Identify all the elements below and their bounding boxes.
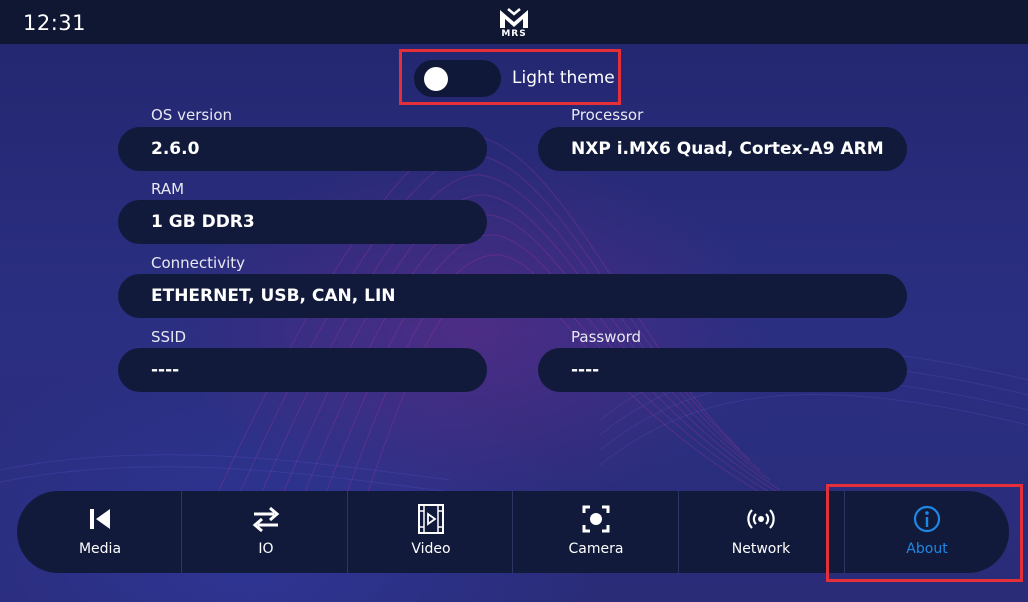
nav-label-video: Video (411, 541, 451, 557)
clock: 12:31 (23, 11, 87, 35)
nav-item-camera[interactable]: Camera (513, 491, 679, 573)
nav-item-io[interactable]: IO (183, 491, 349, 573)
os-version-value: 2.6.0 (151, 139, 200, 159)
broadcast-icon (747, 509, 775, 529)
ram-value: 1 GB DDR3 (151, 212, 255, 232)
nav-label-media: Media (78, 541, 122, 557)
nav-label-io: IO (258, 541, 274, 557)
about-nav-highlight (826, 484, 1023, 582)
film-play-icon (418, 504, 444, 534)
nav-item-video[interactable]: Video (348, 491, 514, 573)
ram-label: RAM (151, 180, 185, 198)
light-theme-toggle[interactable] (414, 60, 501, 97)
connectivity-value: ETHERNET, USB, CAN, LIN (151, 286, 396, 306)
about-screen: 12:31 MRS Light theme OS version 2.6.0 P… (0, 0, 1028, 602)
light-theme-label: Light theme (512, 68, 615, 88)
connectivity-field: ETHERNET, USB, CAN, LIN (118, 274, 907, 318)
ram-field: 1 GB DDR3 (118, 200, 487, 244)
os-version-field: 2.6.0 (118, 127, 487, 171)
password-field: ---- (538, 348, 907, 392)
processor-field: NXP i.MX6 Quad, Cortex-A9 ARM (538, 127, 907, 171)
camera-focus-icon (582, 505, 610, 533)
ssid-label: SSID (151, 328, 187, 346)
password-value: ---- (571, 360, 600, 380)
processor-value: NXP i.MX6 Quad, Cortex-A9 ARM (571, 139, 884, 159)
nav-label-network: Network (731, 541, 791, 557)
logo-text: MRS (501, 29, 527, 39)
status-bar: 12:31 MRS (0, 0, 1028, 44)
mrs-logo-icon (500, 8, 528, 28)
nav-item-media[interactable]: Media (17, 491, 183, 573)
ssid-field: ---- (118, 348, 487, 392)
nav-item-network[interactable]: Network (678, 491, 844, 573)
mrs-logo: MRS (494, 6, 534, 42)
os-version-label: OS version (151, 106, 233, 124)
nav-divider (181, 491, 182, 573)
connectivity-label: Connectivity (151, 254, 245, 272)
processor-label: Processor (571, 106, 644, 124)
ssid-value: ---- (151, 360, 180, 380)
toggle-knob (424, 67, 448, 91)
swap-arrows-icon (252, 506, 280, 533)
skip-back-icon (90, 509, 110, 529)
nav-label-camera: Camera (568, 541, 624, 557)
password-label: Password (571, 328, 642, 346)
